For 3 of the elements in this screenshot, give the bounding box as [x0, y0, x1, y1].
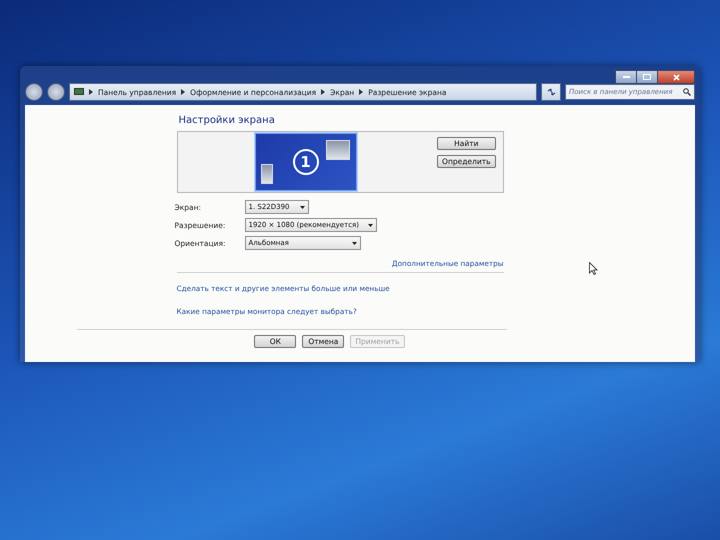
monitor-number: 1	[292, 149, 318, 175]
monitor-tile[interactable]: 1	[254, 133, 356, 191]
section-heading: Настройки экрана	[178, 115, 276, 126]
